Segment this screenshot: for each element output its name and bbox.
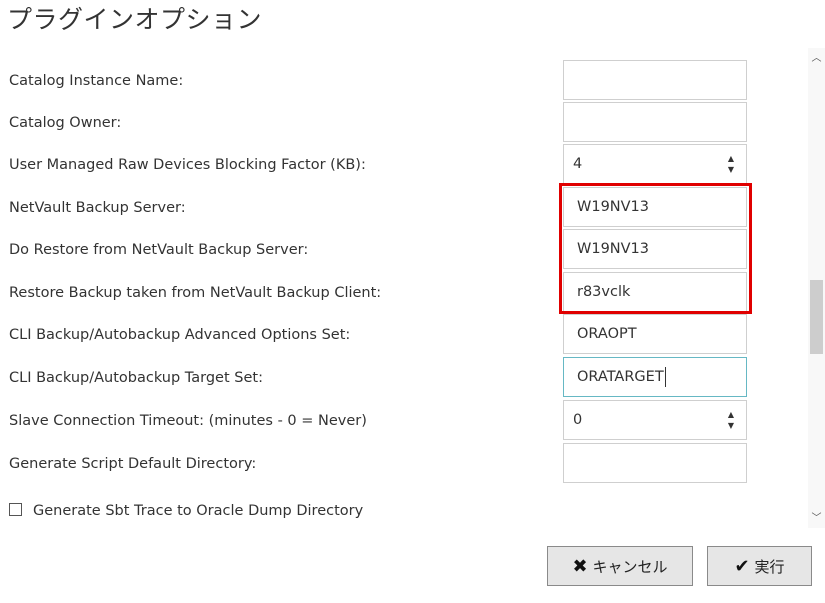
- slave-connection-timeout-stepper[interactable]: 0 ▲ ▼: [563, 400, 747, 440]
- row-slave-connection-timeout: Slave Connection Timeout: (minutes - 0 =…: [0, 400, 808, 442]
- scroll-up-arrow-icon[interactable]: ︿: [808, 50, 825, 67]
- blocking-factor-stepper[interactable]: 4 ▲ ▼: [563, 144, 747, 184]
- row-advanced-options-set: CLI Backup/Autobackup Advanced Options S…: [0, 314, 808, 356]
- row-catalog-instance-name: Catalog Instance Name:: [0, 60, 808, 102]
- catalog-owner-label: Catalog Owner:: [9, 115, 122, 131]
- blocking-factor-label: User Managed Raw Devices Blocking Factor…: [9, 157, 366, 173]
- blocking-factor-value: 4: [573, 156, 583, 172]
- netvault-backup-server-label: NetVault Backup Server:: [9, 200, 186, 216]
- x-icon: ✖: [572, 555, 588, 577]
- advanced-options-set-label: CLI Backup/Autobackup Advanced Options S…: [9, 327, 351, 343]
- vertical-scrollbar[interactable]: ︿ ﹀: [808, 48, 825, 528]
- spinner-arrows-icon[interactable]: ▲ ▼: [726, 409, 736, 433]
- catalog-instance-name-input[interactable]: [563, 60, 747, 100]
- dialog-title: プラグインオプション: [7, 5, 263, 34]
- target-set-value: ORATARGET: [577, 369, 664, 385]
- cancel-button[interactable]: ✖ キャンセル: [547, 546, 693, 586]
- row-netvault-backup-server: NetVault Backup Server: W19NV13: [0, 187, 808, 229]
- netvault-backup-server-input[interactable]: W19NV13: [563, 187, 747, 227]
- target-set-label: CLI Backup/Autobackup Target Set:: [9, 370, 263, 386]
- restore-from-server-label: Do Restore from NetVault Backup Server:: [9, 242, 309, 258]
- check-icon: ✔: [734, 555, 750, 577]
- advanced-options-set-input[interactable]: ORAOPT: [563, 314, 747, 354]
- options-form: Catalog Instance Name: Catalog Owner: Us…: [0, 48, 808, 528]
- scroll-down-arrow-icon[interactable]: ﹀: [808, 510, 825, 527]
- row-catalog-owner: Catalog Owner:: [0, 102, 808, 144]
- restore-from-server-input[interactable]: W19NV13: [563, 229, 747, 269]
- row-restore-from-server: Do Restore from NetVault Backup Server: …: [0, 229, 808, 271]
- restore-from-client-label: Restore Backup taken from NetVault Backu…: [9, 285, 382, 301]
- run-button-label: 実行: [754, 557, 785, 576]
- row-blocking-factor: User Managed Raw Devices Blocking Factor…: [0, 144, 808, 186]
- slave-connection-timeout-value: 0: [573, 412, 583, 428]
- run-button[interactable]: ✔ 実行: [707, 546, 812, 586]
- text-caret: [664, 367, 666, 387]
- target-set-input[interactable]: ORATARGET: [563, 357, 747, 397]
- sbt-trace-checkbox-row[interactable]: Generate Sbt Trace to Oracle Dump Direct…: [9, 499, 363, 523]
- sbt-trace-checkbox[interactable]: [9, 503, 22, 516]
- scrollbar-thumb[interactable]: [810, 280, 823, 354]
- spinner-arrows-icon[interactable]: ▲ ▼: [726, 153, 736, 177]
- catalog-owner-input[interactable]: [563, 102, 747, 142]
- cancel-button-label: キャンセル: [592, 557, 668, 576]
- restore-from-client-input[interactable]: r83vclk: [563, 272, 747, 312]
- row-script-default-directory: Generate Script Default Directory:: [0, 443, 808, 485]
- row-restore-from-client: Restore Backup taken from NetVault Backu…: [0, 272, 808, 314]
- sbt-trace-checkbox-label: Generate Sbt Trace to Oracle Dump Direct…: [33, 503, 364, 519]
- catalog-instance-name-label: Catalog Instance Name:: [9, 73, 184, 89]
- slave-connection-timeout-label: Slave Connection Timeout: (minutes - 0 =…: [9, 413, 367, 429]
- script-default-directory-label: Generate Script Default Directory:: [9, 456, 257, 472]
- row-target-set: CLI Backup/Autobackup Target Set: ORATAR…: [0, 357, 808, 399]
- script-default-directory-input[interactable]: [563, 443, 747, 483]
